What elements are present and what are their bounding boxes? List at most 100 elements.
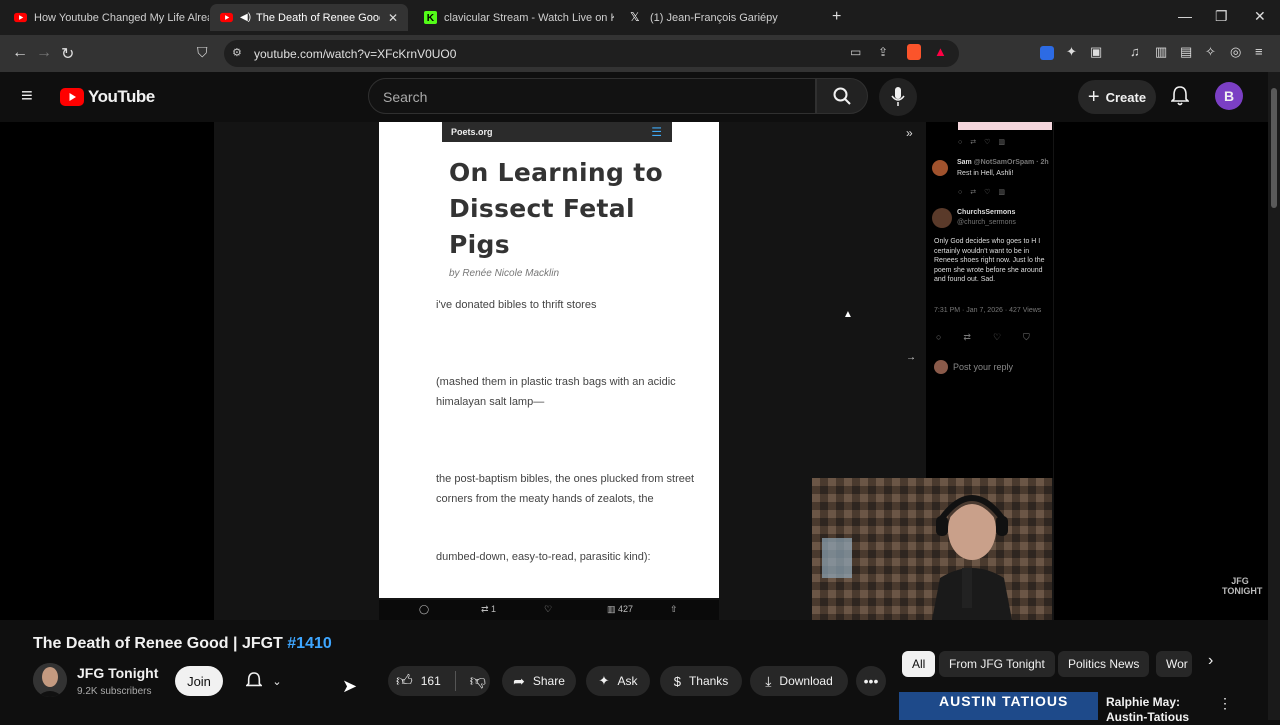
poem-line: dumbed-down, easy-to-read, parasitic kin… [436,551,651,563]
recommended-thumbnail[interactable]: AUSTIN TATIOUS [899,692,1098,720]
chip-partial[interactable]: Wor [1156,651,1192,677]
cast-icon[interactable]: ▭ [850,45,861,59]
search-input[interactable]: Search [368,78,816,114]
ai-icon[interactable]: ✧ [1205,44,1216,60]
browser-tab-bar: How Youtube Changed My Life Alrea ◀) The… [0,0,1280,35]
retweet-count: 1 [491,604,497,614]
reload-icon[interactable]: ↻ [61,44,74,64]
browser-tab[interactable]: 𝕏 (1) Jean-François Gariépy [620,4,820,31]
subscription-bell-button[interactable]: ⌄ [233,666,295,696]
tweet-action-bar: ◯ ⇄ 1 ♡ ▥ 427 ⇧ [379,600,719,620]
mouse-cursor-icon: ➤ [342,676,358,696]
new-tab-icon[interactable]: + [832,8,841,26]
audio-icon[interactable]: ◀) [240,12,251,23]
bookmark-icon[interactable]: ⛉ [197,44,208,61]
webcam-overlay [812,478,1052,620]
poem-site-name: Poets.org [451,127,493,137]
thumbs-down-icon: 👎︎ [469,672,487,690]
channel-avatar-image [33,663,67,697]
mouse-cursor-icon: ▲ [843,309,853,320]
browser-tab-active[interactable]: ◀) The Death of Renee Good | JF ✕ [210,4,408,31]
thanks-label: Thanks [688,674,729,688]
back-icon[interactable]: ← [12,44,28,62]
restore-icon[interactable]: ❐ [1215,8,1228,25]
like-button[interactable]: 👍︎ 161 [396,672,441,691]
share-button[interactable]: ➦ Share [502,666,576,696]
bell-icon [246,672,263,687]
poem-title: On Learning to Dissect Fetal Pigs [449,158,663,259]
avatar [932,208,952,228]
tweet-meta: 7:31 PM · Jan 7, 2026 · 427 Views [934,307,1042,314]
x-replies-panel: ○⇄♡▥ Sam @NotSamOrSpam · 2h Rest in Hell… [926,122,1053,478]
notifications-bell-icon[interactable] [1171,86,1189,106]
more-vertical-icon[interactable]: ⋮ [1218,695,1232,712]
brave-shield-icon[interactable] [907,44,921,60]
chip-all[interactable]: All [902,651,936,677]
youtube-logo[interactable]: YouTube [60,87,155,107]
poem-author: by Renée Nicole Macklin [449,268,560,279]
share-page-icon[interactable]: ⇪ [878,45,888,59]
hamburger-menu-icon[interactable]: ≡ [21,85,33,108]
thanks-button[interactable]: $ Thanks [660,666,742,696]
address-bar[interactable]: ⚙ youtube.com/watch?v=XFcKrnV0UO0 ▭ ⇪ ▲ [224,40,959,67]
wallet-icon[interactable]: ▤ [1180,44,1192,60]
subscriber-count: 9.2K subscribers [77,686,152,697]
music-icon[interactable]: ♫ [1130,44,1140,59]
rewards-icon[interactable]: ▲ [934,44,947,59]
poem-line: i've donated bibles to thrift stores [436,299,597,311]
menu-icon[interactable]: ≡ [1255,44,1263,59]
youtube-header: ≡ YouTube Search + Create B [0,72,1268,122]
sidebar-icon[interactable]: ▥ [1155,44,1167,60]
create-label: Create [1105,89,1147,105]
screenshot-icon[interactable]: ▣ [1090,44,1102,60]
search-button[interactable] [816,78,868,114]
video-player[interactable]: Poets.org ☰ On Learning to Dissect Fetal… [0,122,1268,620]
tab-title: How Youtube Changed My Life Alrea [34,11,209,24]
views-count: 427 [618,604,634,614]
video-title: The Death of Renee Good | JFGT #1410 [33,635,332,652]
reply-icon: ◯ [419,604,430,614]
close-tab-icon[interactable]: ✕ [388,11,398,25]
join-button[interactable]: Join [175,666,223,696]
like-count: 161 [420,674,441,688]
chip-politics-news[interactable]: Politics News [1058,651,1150,677]
dislike-button[interactable]: 👎︎ [470,672,486,691]
puzzle-icon[interactable]: ✦ [1066,44,1077,60]
tweet-text: Rest in Hell, Ashli! [957,170,1014,177]
browser-tab[interactable]: How Youtube Changed My Life Alrea [4,4,209,31]
create-button[interactable]: + Create [1078,80,1156,114]
tab-title: clavicular Stream - Watch Live on Kic [444,11,614,24]
page-scrollbar[interactable] [1268,72,1280,720]
share-icon: ➦ [513,672,525,689]
chip-from-channel[interactable]: From JFG Tonight [939,651,1055,677]
more-actions-button[interactable]: ••• [856,666,886,696]
channel-name[interactable]: JFG Tonight [77,665,158,681]
account-avatar[interactable]: B [1215,82,1243,110]
recommended-title[interactable]: Ralphie May: Austin-Tatious [1106,695,1206,725]
site-info-icon[interactable]: ⚙ [232,46,242,59]
share-tweet-icon: ⇧ [670,604,678,614]
browser-toolbar: ← → ↻ ⛉ ⚙ youtube.com/watch?v=XFcKrnV0UO… [0,35,1280,72]
vpn-icon[interactable]: ◎ [1230,44,1241,60]
voice-search-button[interactable] [879,78,917,116]
youtube-favicon-icon [14,12,27,23]
extension-icon[interactable] [1040,46,1054,60]
like-dislike-group: 👍︎ 161 👎︎ [388,666,490,696]
tab-title: The Death of Renee Good | JF [256,11,380,24]
divider [454,671,456,691]
download-button[interactable]: ⤓ Download [750,666,848,696]
streamer-figure [932,495,1012,620]
youtube-favicon-icon [220,12,233,23]
scrollbar-thumb[interactable] [1271,88,1277,208]
chevron-right-icon[interactable]: › [1208,652,1213,670]
channel-avatar[interactable] [33,663,67,697]
close-window-icon[interactable]: ✕ [1254,8,1266,25]
minimize-icon[interactable]: — [1178,8,1192,24]
search-icon [833,87,851,105]
hashtag-link[interactable]: #1410 [287,635,332,652]
browser-tab[interactable]: K clavicular Stream - Watch Live on Kic [414,4,614,31]
tweet-text: Only God decides who goes to H I certain… [934,238,1045,283]
image-strip [958,122,1052,130]
forward-icon[interactable]: → [36,44,52,62]
ask-button[interactable]: ✦ Ask [586,666,650,696]
